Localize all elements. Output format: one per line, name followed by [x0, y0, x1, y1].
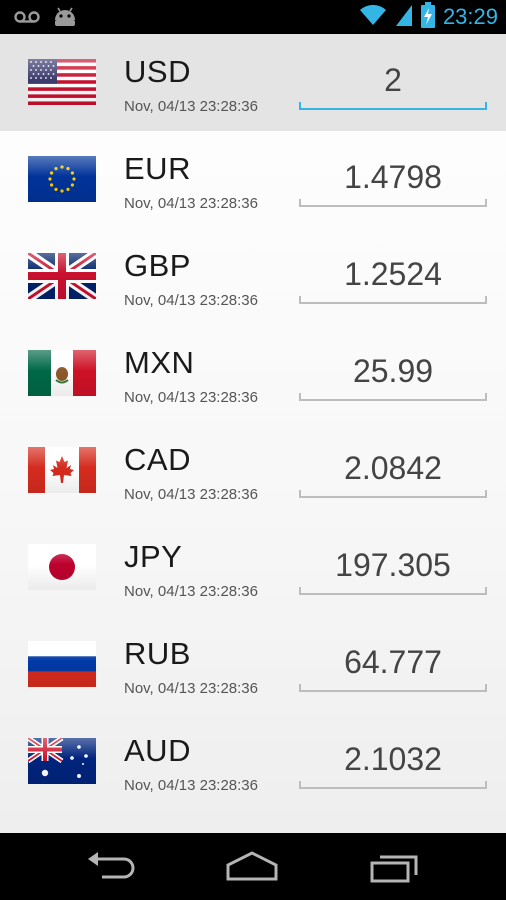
currency-list: USD Nov, 04/13 23:28:36 2 EUR Nov, 04/13… — [0, 34, 506, 833]
amount-value[interactable]: 1.2524 — [299, 256, 487, 293]
currency-timestamp: Nov, 04/13 23:28:36 — [124, 486, 258, 503]
amount-value[interactable]: 2 — [299, 62, 487, 99]
amount-value[interactable]: 25.99 — [299, 353, 487, 390]
signal-icon — [395, 3, 413, 32]
battery-charging-icon — [420, 1, 435, 33]
currency-code: MXN — [124, 345, 195, 380]
currency-row-gbp[interactable]: GBP Nov, 04/13 23:28:36 1.2524 — [0, 228, 506, 325]
voicemail-icon — [14, 10, 40, 29]
clock: 23:29 — [442, 4, 498, 29]
amount-input[interactable]: 2 — [299, 52, 487, 110]
currency-row-usd[interactable]: USD Nov, 04/13 23:28:36 2 — [0, 34, 506, 131]
currency-row-mxn[interactable]: MXN Nov, 04/13 23:28:36 25.99 — [0, 325, 506, 422]
currency-row-rub[interactable]: RUB Nov, 04/13 23:28:36 64.777 — [0, 616, 506, 713]
eu-flag-icon — [28, 156, 96, 202]
australia-flag-icon — [28, 738, 96, 784]
currency-timestamp: Nov, 04/13 23:28:36 — [124, 195, 258, 212]
back-icon[interactable] — [82, 849, 142, 885]
currency-code: EUR — [124, 151, 191, 186]
currency-timestamp: Nov, 04/13 23:28:36 — [124, 98, 258, 115]
navigation-bar — [0, 833, 506, 900]
amount-input[interactable]: 2.1032 — [299, 731, 487, 789]
amount-input[interactable]: 1.4798 — [299, 149, 487, 207]
currency-timestamp: Nov, 04/13 23:28:36 — [124, 389, 258, 406]
home-icon[interactable] — [222, 849, 282, 885]
currency-timestamp: Nov, 04/13 23:28:36 — [124, 583, 258, 600]
amount-value[interactable]: 64.777 — [299, 644, 487, 681]
amount-value[interactable]: 197.305 — [299, 547, 487, 584]
wifi-icon — [359, 3, 387, 32]
recent-apps-icon[interactable] — [366, 849, 426, 885]
currency-row-eur[interactable]: EUR Nov, 04/13 23:28:36 1.4798 — [0, 131, 506, 228]
currency-code: GBP — [124, 248, 191, 283]
russia-flag-icon — [28, 641, 96, 687]
amount-input[interactable]: 197.305 — [299, 537, 487, 595]
amount-input[interactable]: 2.0842 — [299, 440, 487, 498]
amount-input[interactable]: 64.777 — [299, 634, 487, 692]
currency-code: USD — [124, 54, 191, 89]
currency-code: RUB — [124, 636, 191, 671]
amount-value[interactable]: 1.4798 — [299, 159, 487, 196]
us-flag-icon — [28, 59, 96, 105]
currency-row-jpy[interactable]: JPY Nov, 04/13 23:28:36 197.305 — [0, 519, 506, 616]
uk-flag-icon — [28, 253, 96, 299]
amount-input[interactable]: 1.2524 — [299, 246, 487, 304]
status-bar: 23:29 — [0, 0, 506, 34]
currency-code: JPY — [124, 539, 183, 574]
japan-flag-icon — [28, 544, 96, 590]
canada-flag-icon — [28, 447, 96, 493]
amount-value[interactable]: 2.0842 — [299, 450, 487, 487]
currency-timestamp: Nov, 04/13 23:28:36 — [124, 777, 258, 794]
amount-input[interactable]: 25.99 — [299, 343, 487, 401]
currency-code: CAD — [124, 442, 191, 477]
currency-timestamp: Nov, 04/13 23:28:36 — [124, 680, 258, 697]
currency-code: AUD — [124, 733, 191, 768]
amount-value[interactable]: 2.1032 — [299, 741, 487, 778]
currency-row-aud[interactable]: AUD Nov, 04/13 23:28:36 2.1032 — [0, 713, 506, 810]
currency-row-cad[interactable]: CAD Nov, 04/13 23:28:36 2.0842 — [0, 422, 506, 519]
mexico-flag-icon — [28, 350, 96, 396]
android-icon — [52, 6, 78, 33]
currency-timestamp: Nov, 04/13 23:28:36 — [124, 292, 258, 309]
